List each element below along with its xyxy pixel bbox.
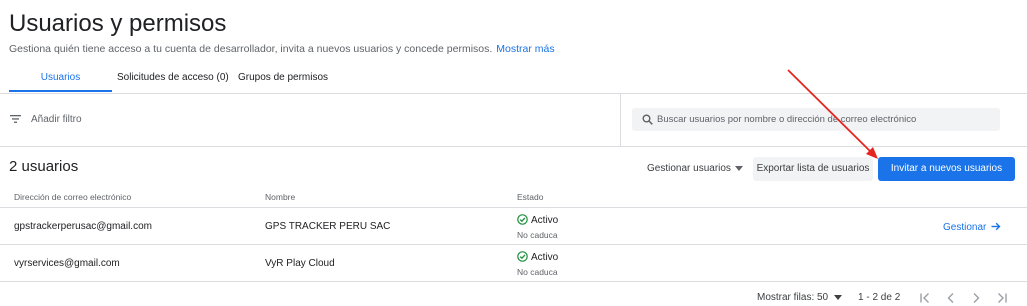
manage-user-link[interactable]: Gestionar xyxy=(943,222,1001,233)
dropdown-arrow-icon xyxy=(833,294,842,300)
rows-per-page-select[interactable]: 50 xyxy=(817,292,842,303)
status-expiry: No caduca xyxy=(517,267,558,277)
user-name: VyR Play Cloud xyxy=(265,258,335,269)
manage-users-label: Gestionar usuarios xyxy=(647,163,731,174)
chevron-right-icon[interactable] xyxy=(969,291,983,305)
page-description: Gestiona quién tiene acceso a tu cuenta … xyxy=(9,43,493,55)
chevron-left-icon[interactable] xyxy=(944,291,958,305)
search-input[interactable] xyxy=(657,108,992,131)
last-page-icon[interactable] xyxy=(995,291,1009,305)
filter-bottom-divider xyxy=(0,146,1027,147)
row-divider xyxy=(0,281,1027,282)
user-name: GPS TRACKER PERU SAC xyxy=(265,221,391,232)
dropdown-arrow-icon xyxy=(734,165,743,171)
rows-per-page-value: 50 xyxy=(817,292,829,303)
tab-users[interactable]: Usuarios xyxy=(9,72,112,83)
tab-permission-groups[interactable]: Grupos de permisos xyxy=(238,72,328,83)
search-icon xyxy=(642,114,653,125)
status-badge: Activo xyxy=(517,214,558,226)
search-box xyxy=(632,108,1000,131)
status-text: Activo xyxy=(531,252,559,263)
user-email: vyrservices@gmail.com xyxy=(14,258,120,269)
status-text: Activo xyxy=(531,215,559,226)
check-circle-icon xyxy=(517,214,528,225)
arrow-right-icon xyxy=(991,222,1001,231)
manage-users-dropdown[interactable]: Gestionar usuarios xyxy=(647,163,743,174)
manage-user-label: Gestionar xyxy=(943,222,987,233)
filter-divider xyxy=(620,94,621,146)
first-page-icon[interactable] xyxy=(918,291,932,305)
add-filter-button[interactable]: Añadir filtro xyxy=(31,114,82,125)
user-count: 2 usuarios xyxy=(9,158,79,175)
filter-icon[interactable] xyxy=(10,114,21,124)
tab-access-requests[interactable]: Solicitudes de acceso (0) xyxy=(117,72,229,83)
check-circle-icon xyxy=(517,251,528,262)
status-expiry: No caduca xyxy=(517,230,558,240)
status-badge: Activo xyxy=(517,251,558,263)
row-divider xyxy=(0,244,1027,245)
user-email: gpstrackerperusac@gmail.com xyxy=(14,221,152,232)
page-subtitle: Gestiona quién tiene acceso a tu cuenta … xyxy=(9,43,555,55)
column-header-name: Nombre xyxy=(265,192,296,202)
table-header-divider xyxy=(0,207,1027,208)
invite-users-button[interactable]: Invitar a nuevos usuarios xyxy=(878,157,1015,181)
pagination-range: 1 - 2 de 2 xyxy=(858,292,901,303)
column-header-status: Estado xyxy=(517,192,544,202)
column-header-email: Dirección de correo electrónico xyxy=(14,192,132,202)
rows-per-page-label: Mostrar filas: xyxy=(757,292,815,303)
show-more-link[interactable]: Mostrar más xyxy=(496,43,554,55)
page-title: Usuarios y permisos xyxy=(9,10,227,37)
active-tab-indicator xyxy=(9,90,112,92)
export-users-button[interactable]: Exportar lista de usuarios xyxy=(753,157,873,181)
